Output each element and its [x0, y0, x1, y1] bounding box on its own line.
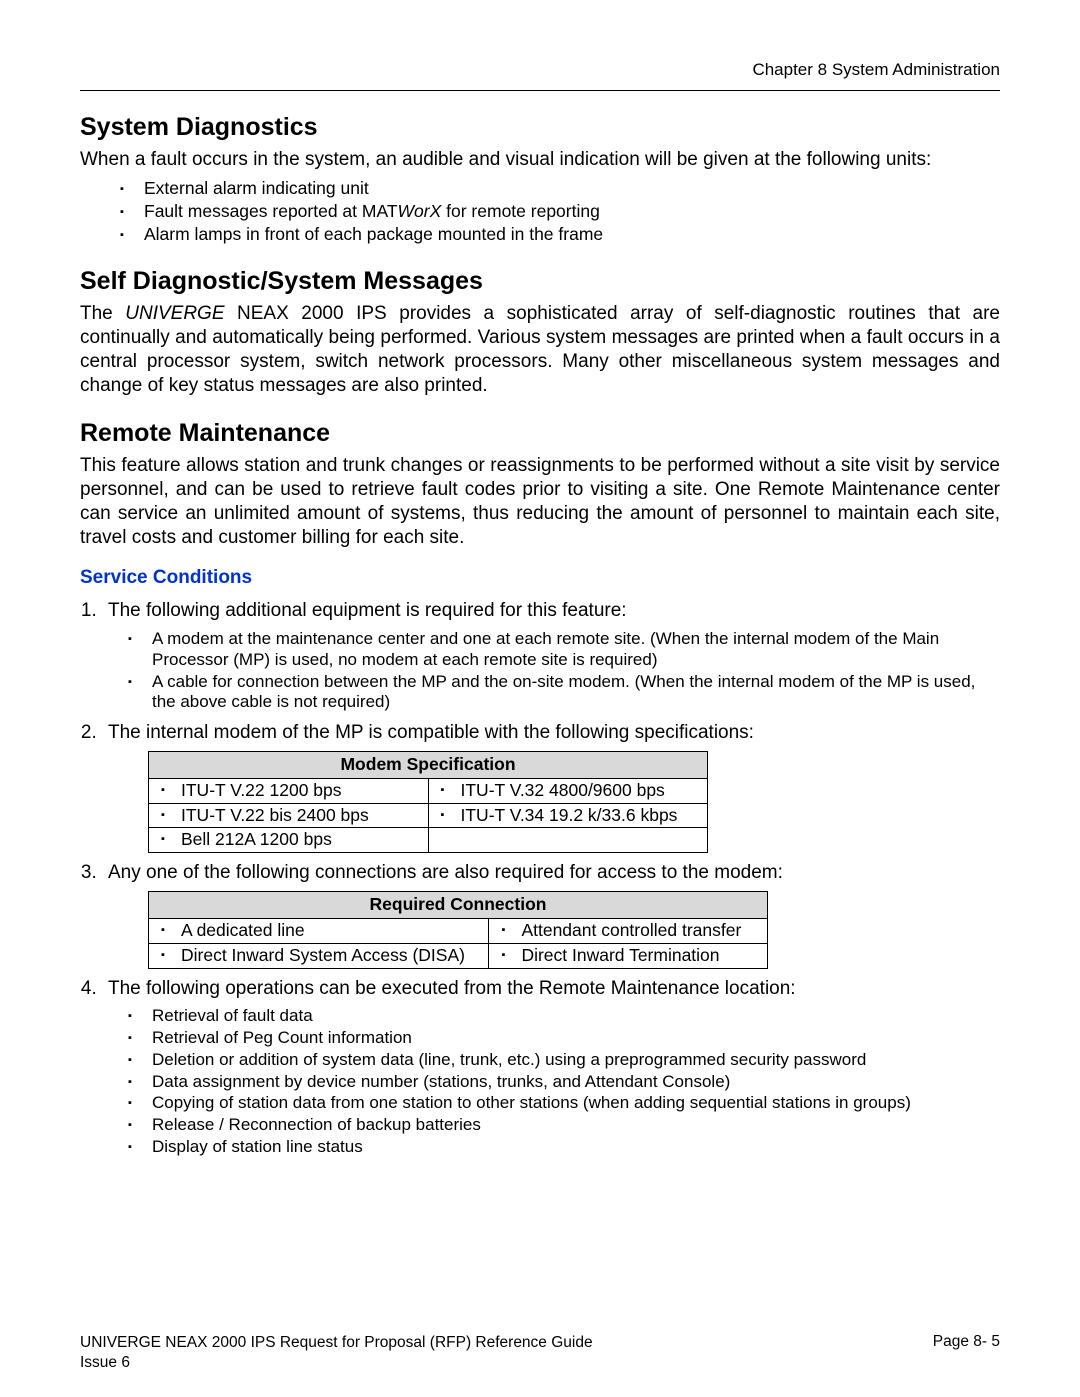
subhead-service-conditions: Service Conditions	[80, 567, 1000, 589]
brand-neax: NEAX	[225, 303, 289, 324]
text: Any one of the following connections are…	[108, 862, 783, 883]
text: 2000 IPS Request for Proposal (RFP) Refe…	[207, 1334, 592, 1351]
list-item: Retrieval of fault data	[128, 1006, 1000, 1027]
cell: Bell 212A 1200 bps	[157, 829, 420, 851]
list-item: Data assignment by device number (statio…	[128, 1072, 1000, 1093]
list-item: Display of station line status	[128, 1137, 1000, 1158]
sub-list: A modem at the maintenance center and on…	[128, 629, 1000, 713]
text: NEAX	[165, 1334, 207, 1351]
header-chapter: Chapter 8 System Administration	[80, 60, 1000, 80]
list-item: Retrieval of Peg Count information	[128, 1028, 1000, 1049]
brand-univerge: UNIVERGE	[125, 303, 224, 324]
table-row: Bell 212A 1200 bps	[149, 828, 708, 853]
sub-list: Retrieval of fault data Retrieval of Peg…	[128, 1006, 1000, 1157]
heading-system-diagnostics: System Diagnostics	[80, 113, 1000, 142]
table-row: A dedicated line Attendant controlled tr…	[149, 918, 768, 943]
text: The	[80, 303, 125, 324]
cell: A dedicated line	[157, 920, 480, 942]
text: The internal modem of the MP is compatib…	[108, 722, 754, 743]
cell: Attendant controlled transfer	[497, 920, 759, 942]
footer-left: UNIVERGE NEAX 2000 IPS Request for Propo…	[80, 1333, 593, 1373]
cell: ITU-T V.22 bis 2400 bps	[157, 805, 420, 827]
list-item: The following additional equipment is re…	[102, 599, 1000, 713]
cell: ITU-T V.34 19.2 k/33.6 kbps	[437, 805, 700, 827]
cell: Direct Inward System Access (DISA)	[157, 945, 480, 967]
cell: ITU-T V.22 1200 bps	[157, 780, 420, 802]
header-rule	[80, 90, 1000, 91]
list-item: Deletion or addition of system data (lin…	[128, 1050, 1000, 1071]
list-item: Fault messages reported at MATWorX for r…	[120, 201, 1000, 223]
list-item: A modem at the maintenance center and on…	[128, 629, 1000, 670]
footer: UNIVERGE NEAX 2000 IPS Request for Propo…	[80, 1333, 1000, 1373]
table-row: ITU-T V.22 bis 2400 bps ITU-T V.34 19.2 …	[149, 803, 708, 828]
heading-remote-maintenance: Remote Maintenance	[80, 419, 1000, 448]
text: UNIVERGE	[80, 1334, 165, 1351]
cell: ITU-T V.32 4800/9600 bps	[437, 780, 700, 802]
rm-para: This feature allows station and trunk ch…	[80, 454, 1000, 549]
cell-empty	[428, 828, 708, 853]
table-header: Required Connection	[149, 892, 768, 919]
text: Fault messages reported at MATWorX for r…	[144, 201, 600, 221]
heading-self-diagnostic: Self Diagnostic/System Messages	[80, 267, 1000, 296]
list-item: External alarm indicating unit	[120, 178, 1000, 200]
page: Chapter 8 System Administration System D…	[0, 0, 1080, 1397]
cell: Direct Inward Termination	[497, 945, 759, 967]
list-item: A cable for connection between the MP an…	[128, 672, 1000, 713]
list-item: Alarm lamps in front of each package mou…	[120, 224, 1000, 246]
sd-bullets: External alarm indicating unit Fault mes…	[120, 178, 1000, 246]
required-connection-table: Required Connection A dedicated line Att…	[148, 891, 768, 969]
sd-para: The UNIVERGE NEAX 2000 IPS provides a so…	[80, 302, 1000, 397]
table-row: ITU-T V.22 1200 bps ITU-T V.32 4800/9600…	[149, 778, 708, 803]
text: The following operations can be executed…	[108, 978, 796, 999]
footer-page: Page 8- 5	[933, 1333, 1000, 1373]
table-header: Modem Specification	[149, 751, 708, 778]
sd-intro: When a fault occurs in the system, an au…	[80, 148, 1000, 172]
table-row: Direct Inward System Access (DISA) Direc…	[149, 943, 768, 968]
list-item: Any one of the following connections are…	[102, 861, 1000, 968]
service-conditions-list: The following additional equipment is re…	[80, 599, 1000, 1157]
footer-issue: Issue 6	[80, 1354, 130, 1371]
list-item: Release / Reconnection of backup batteri…	[128, 1115, 1000, 1136]
text: The following additional equipment is re…	[108, 600, 627, 621]
modem-spec-table: Modem Specification ITU-T V.22 1200 bps …	[148, 751, 708, 854]
list-item: Copying of station data from one station…	[128, 1093, 1000, 1114]
footer-title: UNIVERGE NEAX 2000 IPS Request for Propo…	[80, 1334, 593, 1351]
list-item: The following operations can be executed…	[102, 977, 1000, 1158]
list-item: The internal modem of the MP is compatib…	[102, 721, 1000, 853]
